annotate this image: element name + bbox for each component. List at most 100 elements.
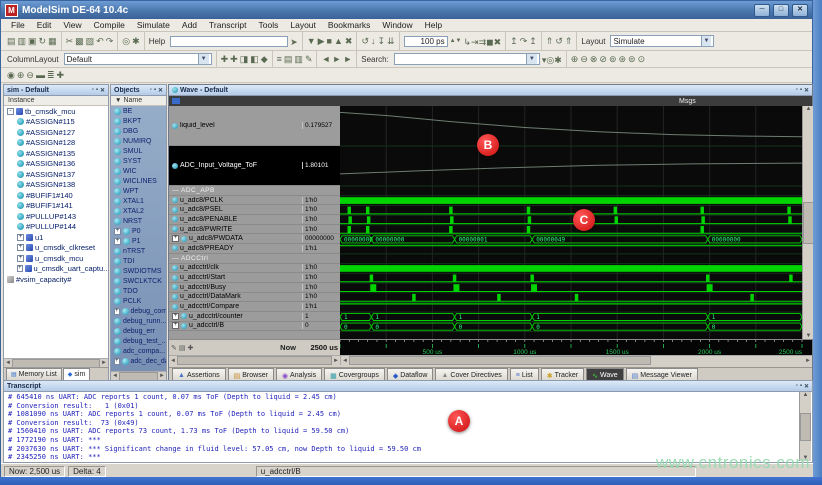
objects-list-item[interactable]: NRST (111, 216, 166, 226)
menu-add[interactable]: Add (176, 20, 203, 30)
expand-icon[interactable]: + (114, 238, 121, 245)
link-mode-icon[interactable]: ✚ (57, 71, 65, 80)
wave-titlebar[interactable]: Wave - Default ▫▪✕ (169, 85, 812, 96)
wave-cursor-icon[interactable]: ◨ (240, 55, 249, 64)
sim-instance-column-header[interactable]: Instance (4, 96, 108, 106)
transcript-vscrollbar[interactable]: ▲▼ (799, 392, 811, 461)
zoom-next-icon[interactable]: ⊜ (628, 55, 636, 64)
objects-list-item[interactable]: +P1 (111, 236, 166, 246)
sim-tree-item[interactable]: #ASSIGN#115 (4, 117, 108, 128)
sim-tree-item[interactable]: #ASSIGN#128 (4, 138, 108, 149)
menu-help[interactable]: Help (419, 20, 448, 30)
wave-signal-row[interactable]: u_adcctrl/Compare1'h1 (169, 302, 340, 312)
sim-tree-item[interactable]: #BUFIF1#141 (4, 201, 108, 212)
goto-icon[interactable]: ✱ (132, 37, 140, 46)
sim-tree-item[interactable]: #ASSIGN#137 (4, 169, 108, 180)
stop-sim-icon[interactable]: ✖ (494, 37, 502, 47)
menu-tools[interactable]: Tools (253, 20, 285, 30)
wave-group-icon[interactable]: ◆ (261, 55, 268, 64)
expand-icon[interactable]: + (172, 235, 179, 242)
wave-names-hscrollbar[interactable]: ◄► (169, 356, 340, 365)
objects-list-item[interactable]: NUMIRQ (111, 136, 166, 146)
chevron-down-icon[interactable]: ▼ (701, 36, 712, 46)
insert-mode-icon[interactable]: ≣ (47, 71, 55, 80)
objects-list-item[interactable]: nTRST (111, 246, 166, 256)
tree-expand-icon[interactable]: + (17, 255, 24, 262)
objects-list-item[interactable]: SYST (111, 156, 166, 166)
chevron-down-icon[interactable]: ▼ (198, 54, 209, 64)
search-clear-icon[interactable]: ✱ (554, 55, 562, 65)
pan-mode-icon[interactable]: ⊖ (26, 71, 34, 80)
float-icon[interactable]: ▪ (154, 87, 156, 94)
wave-signal-row[interactable]: ADC_Input_Voltage_ToF1.80101 (169, 146, 340, 186)
columnlayout-select[interactable]: Default▼ (64, 53, 212, 65)
maximize-icon[interactable]: □ (773, 4, 789, 17)
sim-tree-item[interactable]: -tb_cmsdk_mcu (4, 106, 108, 117)
expand-icon[interactable]: + (172, 313, 179, 320)
wave-signal-row[interactable]: u_adc8/PCLK1'h0 (169, 196, 340, 206)
minimize-icon[interactable]: ─ (754, 4, 770, 17)
objects-list-item[interactable]: debug_runn... (111, 316, 166, 326)
objects-list-item[interactable]: debug_err (111, 326, 166, 336)
objects-list-item[interactable]: WPT (111, 186, 166, 196)
sim-tree-item[interactable]: #PULLUP#144 (4, 222, 108, 233)
search-input[interactable]: ▼ (394, 53, 540, 65)
tree-expand-icon[interactable]: + (17, 265, 23, 272)
objects-list-item[interactable]: debug_test_... (111, 336, 166, 346)
objects-panel-titlebar[interactable]: Objects ▫▪✕ (111, 85, 166, 96)
paste-icon[interactable]: ▧ (86, 37, 95, 46)
wave-signal-row[interactable]: u_adc8/PREADY1'h1 (169, 244, 340, 254)
expand-icon[interactable]: + (172, 322, 179, 329)
nav-up-icon[interactable]: ► (343, 55, 352, 64)
wave-signal-row[interactable]: u_adc8/PENABLE1'h0 (169, 215, 340, 225)
restart-icon[interactable]: ↺ (361, 37, 369, 46)
run-icon[interactable]: ↓ (371, 37, 376, 46)
nav-fwd-icon[interactable]: ► (332, 55, 341, 64)
open-folder-icon[interactable]: ▥ (18, 37, 27, 46)
close-icon[interactable]: ✕ (804, 383, 809, 390)
redo-icon[interactable]: ↷ (106, 37, 114, 46)
objects-list-item[interactable]: +debug_com... (111, 306, 166, 316)
sim-tree-item[interactable]: #ASSIGN#138 (4, 180, 108, 191)
wave-plot-hscrollbar[interactable]: ◄► (340, 356, 812, 365)
objects-name-column-header[interactable]: ▼Name (111, 96, 166, 106)
objects-list-item[interactable]: BKPT (111, 116, 166, 126)
float-icon[interactable]: ▪ (96, 87, 98, 94)
sim-tree-item[interactable]: #ASSIGN#135 (4, 148, 108, 159)
elab-icon[interactable]: ▲ (334, 37, 343, 46)
objects-list-item[interactable]: WICLINES (111, 176, 166, 186)
objects-list-item[interactable]: +adc_dec_dat... (111, 356, 166, 366)
wave-signal-row[interactable]: u_adc8/PWRITE1'h0 (169, 225, 340, 235)
break-icon[interactable]: ■ (327, 37, 332, 46)
float-icon[interactable]: ▪ (800, 383, 802, 390)
wave-signal-row[interactable]: +u_adcctrl/counter1 (169, 312, 340, 322)
wave-signal-row[interactable]: +u_adcctrl/B0 (169, 322, 340, 332)
tree-expand-icon[interactable]: - (7, 108, 14, 115)
help-search-icon[interactable]: ➤ (290, 37, 298, 47)
objects-list-item[interactable]: XTAL1 (111, 196, 166, 206)
wave-timeline[interactable]: 500 us1000 us1500 us2000 us2500 us (340, 340, 812, 355)
sim-tree-item[interactable]: +u_cmsdk_mcu (4, 253, 108, 264)
nav-back-icon[interactable]: ◄ (321, 55, 330, 64)
menu-simulate[interactable]: Simulate (131, 20, 176, 30)
close-icon[interactable]: ✕ (158, 87, 163, 94)
objects-hscrollbar[interactable]: ◄► (111, 371, 166, 380)
print-icon[interactable]: ▦ (48, 37, 57, 46)
close-icon[interactable]: ✕ (100, 87, 105, 94)
zoom-full-icon[interactable]: ⊗ (590, 55, 598, 64)
dock-icon[interactable]: ▫ (796, 383, 798, 390)
menu-compile[interactable]: Compile (88, 20, 131, 30)
undo-icon[interactable]: ↶ (96, 37, 104, 46)
zoom-sel-icon[interactable]: ⊚ (609, 55, 617, 64)
step-wave-icon[interactable]: ⇑ (565, 37, 573, 46)
sim-tree-item[interactable]: #ASSIGN#136 (4, 159, 108, 170)
wave-signal-row[interactable]: u_adcctrl/DataMark1'h0 (169, 293, 340, 303)
expand-icon[interactable]: + (114, 308, 120, 315)
zoom-out-icon[interactable]: ⊖ (580, 55, 588, 64)
sim-hscrollbar[interactable]: ◄► (4, 358, 108, 367)
sim-tab-memory-list[interactable]: ▤Memory List (6, 368, 62, 380)
save-icon[interactable]: ▣ (28, 37, 37, 46)
break-run-icon[interactable]: ◼ (486, 37, 493, 47)
menu-layout[interactable]: Layout (284, 20, 322, 30)
dock-icon[interactable]: ▫ (92, 87, 94, 94)
